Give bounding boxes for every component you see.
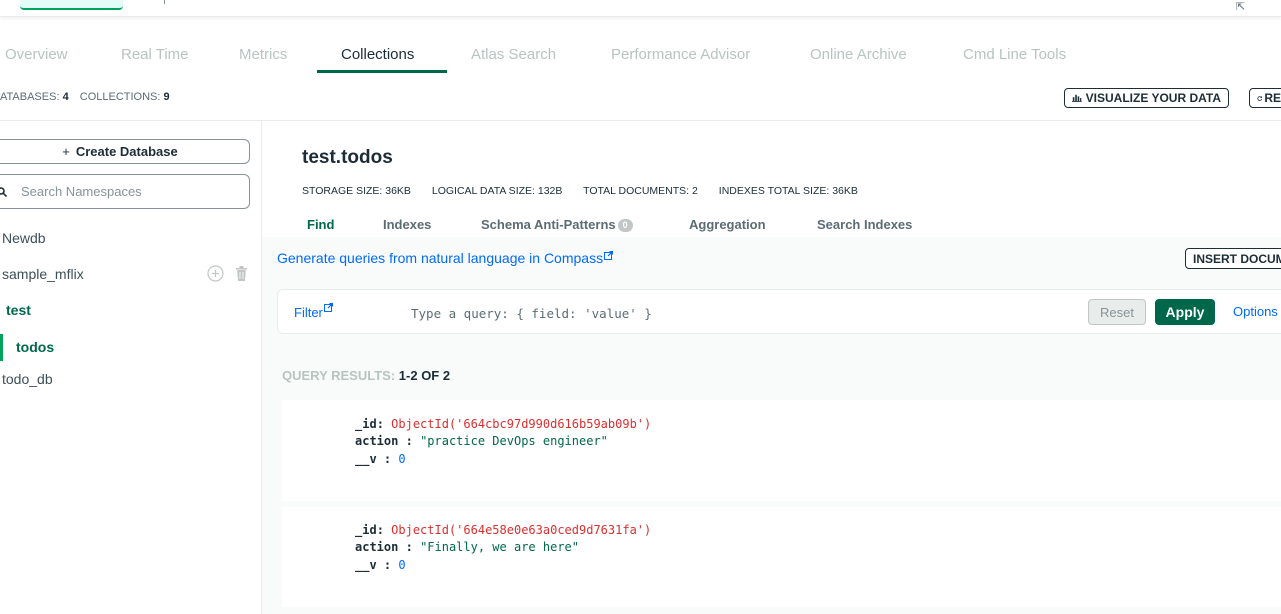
document-field-row: __v : 0 (355, 452, 406, 466)
insert-document-button[interactable]: INSERT DOCUMENT (1185, 248, 1281, 269)
collection-title: test.todos (302, 147, 393, 168)
string-value: "Finally, we are here" (420, 540, 580, 554)
field-separator: : (383, 558, 392, 572)
field-key: action (355, 434, 399, 448)
schema-count-badge: 0 (617, 219, 633, 232)
field-key: _id (355, 523, 377, 537)
tab-performance-advisor[interactable]: Performance Advisor (611, 46, 750, 63)
filter-link[interactable]: Filter (294, 303, 333, 320)
plus-icon: + (62, 144, 70, 159)
search-namespaces-field[interactable] (0, 174, 250, 209)
document-card[interactable] (282, 400, 1281, 501)
string-value: "practice DevOps engineer" (420, 434, 608, 448)
tab-atlas-search[interactable]: Atlas Search (471, 46, 556, 63)
tab-cmd-line-tools[interactable]: Cmd Line Tools (963, 46, 1066, 63)
visualize-data-label: VISUALIZE YOUR DATA (1085, 91, 1221, 105)
databases-count-label: ATABASES: (0, 91, 60, 103)
query-results-summary: QUERY RESULTS: 1-2 OF 2 (282, 368, 450, 383)
sidebar-item-todo-db[interactable]: todo_db (2, 371, 53, 387)
tab-collections[interactable]: Collections (341, 46, 414, 63)
field-separator: : (376, 417, 384, 431)
field-separator: : (376, 523, 384, 537)
sidebar-item-todos[interactable]: todos (16, 339, 54, 355)
field-separator: : (383, 452, 392, 466)
storage-size-stat: STORAGE SIZE: 36KB (302, 185, 411, 197)
refresh-icon (1257, 95, 1262, 101)
field-key: __v (355, 452, 377, 466)
top-nav-fragment (158, 0, 165, 4)
search-icon (0, 186, 7, 197)
document-card[interactable] (282, 507, 1281, 607)
top-nav-strip: ⇱ (0, 0, 1281, 17)
databases-count-value: 4 (62, 91, 69, 103)
indexes-size-stat: INDEXES TOTAL SIZE: 36KB (718, 185, 858, 197)
document-field-row: action : "practice DevOps engineer" (355, 434, 608, 448)
field-separator: : (405, 434, 413, 448)
tab-indexes[interactable]: Indexes (383, 217, 431, 232)
document-field-row: __v : 0 (355, 558, 406, 572)
expand-icon[interactable]: ⇱ (1236, 0, 1245, 13)
number-value: 0 (398, 452, 406, 466)
filter-query-input[interactable] (409, 302, 1073, 324)
number-value: 0 (398, 558, 406, 572)
search-namespaces-input[interactable] (19, 183, 243, 200)
objectid-value: ObjectId('664e58e0e63a0ced9d7631fa') (391, 523, 652, 537)
tab-aggregation[interactable]: Aggregation (689, 217, 766, 232)
document-field-row: action : "Finally, we are here" (355, 540, 579, 554)
top-nav-active-pill[interactable] (20, 0, 123, 10)
create-database-button[interactable]: + Create Database (0, 139, 250, 164)
collections-count-value: 9 (163, 91, 170, 103)
sidebar-item-test[interactable]: test (6, 302, 31, 318)
refresh-button[interactable]: RE (1249, 88, 1281, 108)
field-key: action (355, 540, 399, 554)
logical-data-size-stat: LOGICAL DATA SIZE: 132B (431, 185, 563, 197)
external-link-icon (323, 303, 333, 312)
tab-schema-anti-patterns[interactable]: Schema Anti-Patterns 0 (481, 217, 633, 232)
create-database-label: Create Database (75, 144, 178, 159)
tab-search-indexes[interactable]: Search Indexes (817, 217, 912, 232)
tab-real-time[interactable]: Real Time (121, 46, 189, 63)
sidebar-item-newdb[interactable]: Newdb (2, 230, 46, 246)
collection-stats: STORAGE SIZE: 36KB LOGICAL DATA SIZE: 13… (302, 185, 876, 197)
tab-overview[interactable]: Overview (5, 46, 68, 63)
external-link-icon (604, 251, 614, 260)
field-key: _id (355, 417, 377, 431)
options-link[interactable]: Options (1233, 304, 1278, 319)
objectid-value: ObjectId('664cbc97d990d616b59ab09b') (391, 417, 652, 431)
trash-icon[interactable] (233, 265, 250, 282)
tab-online-archive[interactable]: Online Archive (810, 46, 907, 63)
field-separator: : (405, 540, 413, 554)
field-key: __v (355, 558, 377, 572)
document-field-row: _id: ObjectId('664cbc97d990d616b59ab09b'… (355, 417, 651, 431)
reset-button[interactable]: Reset (1088, 299, 1146, 325)
insert-document-label: INSERT DOCUMENT (1193, 251, 1281, 266)
active-collection-indicator (0, 334, 3, 361)
header-divider (0, 120, 1281, 121)
active-tab-underline (317, 70, 447, 73)
tab-find[interactable]: Find (307, 217, 334, 232)
add-collection-icon[interactable] (207, 265, 224, 282)
document-field-row: _id: ObjectId('664e58e0e63a0ced9d7631fa'… (355, 523, 651, 537)
bar-chart-icon (1072, 94, 1082, 103)
schema-anti-patterns-label: Schema Anti-Patterns (481, 217, 616, 232)
refresh-label: RE (1264, 91, 1281, 105)
namespace-counts: ATABASES: 4 COLLECTIONS: 9 (0, 91, 178, 103)
total-documents-stat: TOTAL DOCUMENTS: 2 (583, 185, 698, 197)
visualize-data-button[interactable]: VISUALIZE YOUR DATA (1064, 88, 1229, 108)
natural-language-query-link[interactable]: Generate queries from natural language i… (277, 250, 614, 266)
natural-language-query-label: Generate queries from natural language i… (277, 250, 604, 266)
sidebar-item-sample-mflix[interactable]: sample_mflix (2, 266, 84, 282)
query-results-label: QUERY RESULTS: (282, 368, 396, 383)
apply-button[interactable]: Apply (1155, 299, 1215, 325)
tab-metrics[interactable]: Metrics (239, 46, 287, 63)
filter-label: Filter (294, 305, 323, 320)
cluster-tabs: Overview Real Time Metrics Collections A… (0, 40, 1281, 73)
collections-count-label: COLLECTIONS: (79, 91, 161, 103)
query-results-range: 1-2 OF 2 (398, 368, 451, 383)
